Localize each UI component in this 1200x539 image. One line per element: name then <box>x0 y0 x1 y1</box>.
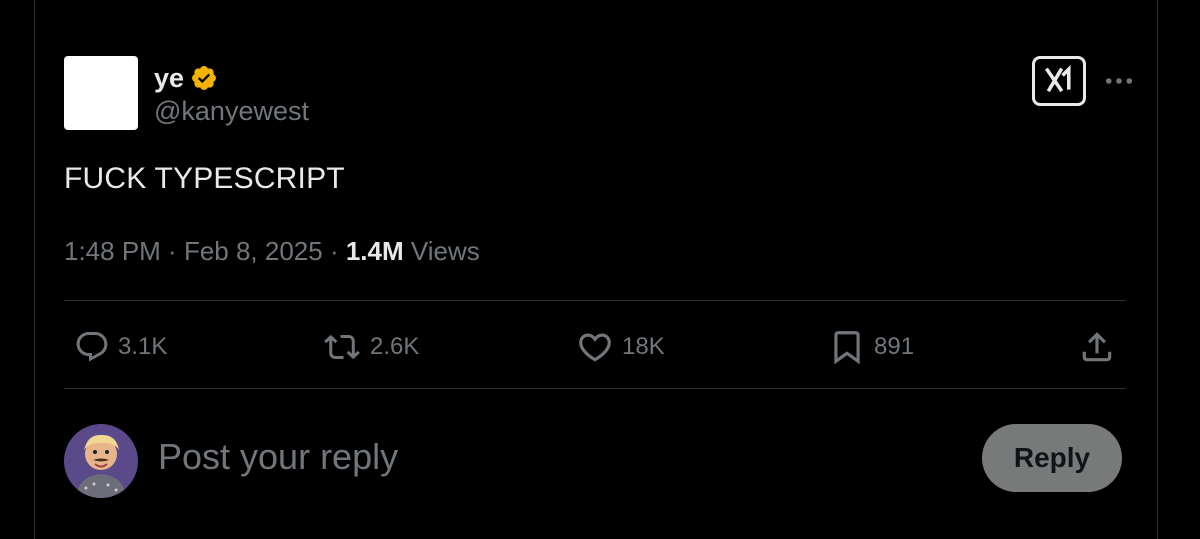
author-names: ye @kanyewest <box>154 60 309 127</box>
views-label[interactable]: Views <box>404 236 480 266</box>
bookmark-action[interactable]: 891 <box>828 324 914 370</box>
heart-icon <box>576 328 614 366</box>
more-button[interactable] <box>1102 66 1136 96</box>
tweet-meta: 1:48 PM · Feb 8, 2025 · 1.4M Views <box>64 236 480 267</box>
column-border-left <box>34 0 35 539</box>
tweet-text: FUCK TYPESCRIPT <box>64 162 345 195</box>
more-horizontal-icon <box>1105 72 1133 90</box>
meta-separator: · <box>160 236 184 266</box>
share-action[interactable] <box>1078 324 1116 370</box>
grok-icon <box>1041 63 1077 100</box>
reply-action[interactable]: 3.1K <box>74 324 167 370</box>
verified-badge-icon[interactable] <box>190 64 218 92</box>
display-name-row: ye <box>154 60 309 96</box>
bookmark-count: 891 <box>874 333 915 360</box>
divider-bottom <box>64 388 1126 389</box>
grok-button[interactable] <box>1032 56 1086 106</box>
reply-input[interactable] <box>158 436 858 478</box>
views-count[interactable]: 1.4M <box>346 236 404 266</box>
reply-button[interactable]: Reply <box>982 424 1122 492</box>
repost-icon <box>322 329 362 365</box>
author-avatar[interactable] <box>64 56 138 130</box>
tweet-header: ye @kanyewest <box>64 56 1136 132</box>
current-user-avatar[interactable] <box>64 424 138 498</box>
reply-icon <box>74 329 110 365</box>
tweet-time[interactable]: 1:48 PM <box>64 236 161 266</box>
tweet-actions: 3.1K 2.6K 18K 891 <box>64 324 1126 370</box>
like-action[interactable]: 18K <box>576 324 665 370</box>
reply-composer: Reply <box>64 424 1122 500</box>
repost-action[interactable]: 2.6K <box>322 324 419 370</box>
meta-separator: · <box>322 236 346 266</box>
share-icon <box>1078 328 1116 366</box>
like-count: 18K <box>622 333 665 360</box>
repost-count: 2.6K <box>370 333 420 360</box>
tweet-date[interactable]: Feb 8, 2025 <box>184 236 323 266</box>
bookmark-icon <box>828 328 866 366</box>
column-border-right <box>1157 0 1158 539</box>
reply-count: 3.1K <box>118 333 168 360</box>
author-handle[interactable]: @kanyewest <box>154 96 309 127</box>
divider-top <box>64 300 1126 301</box>
author-display-name[interactable]: ye <box>154 63 184 94</box>
